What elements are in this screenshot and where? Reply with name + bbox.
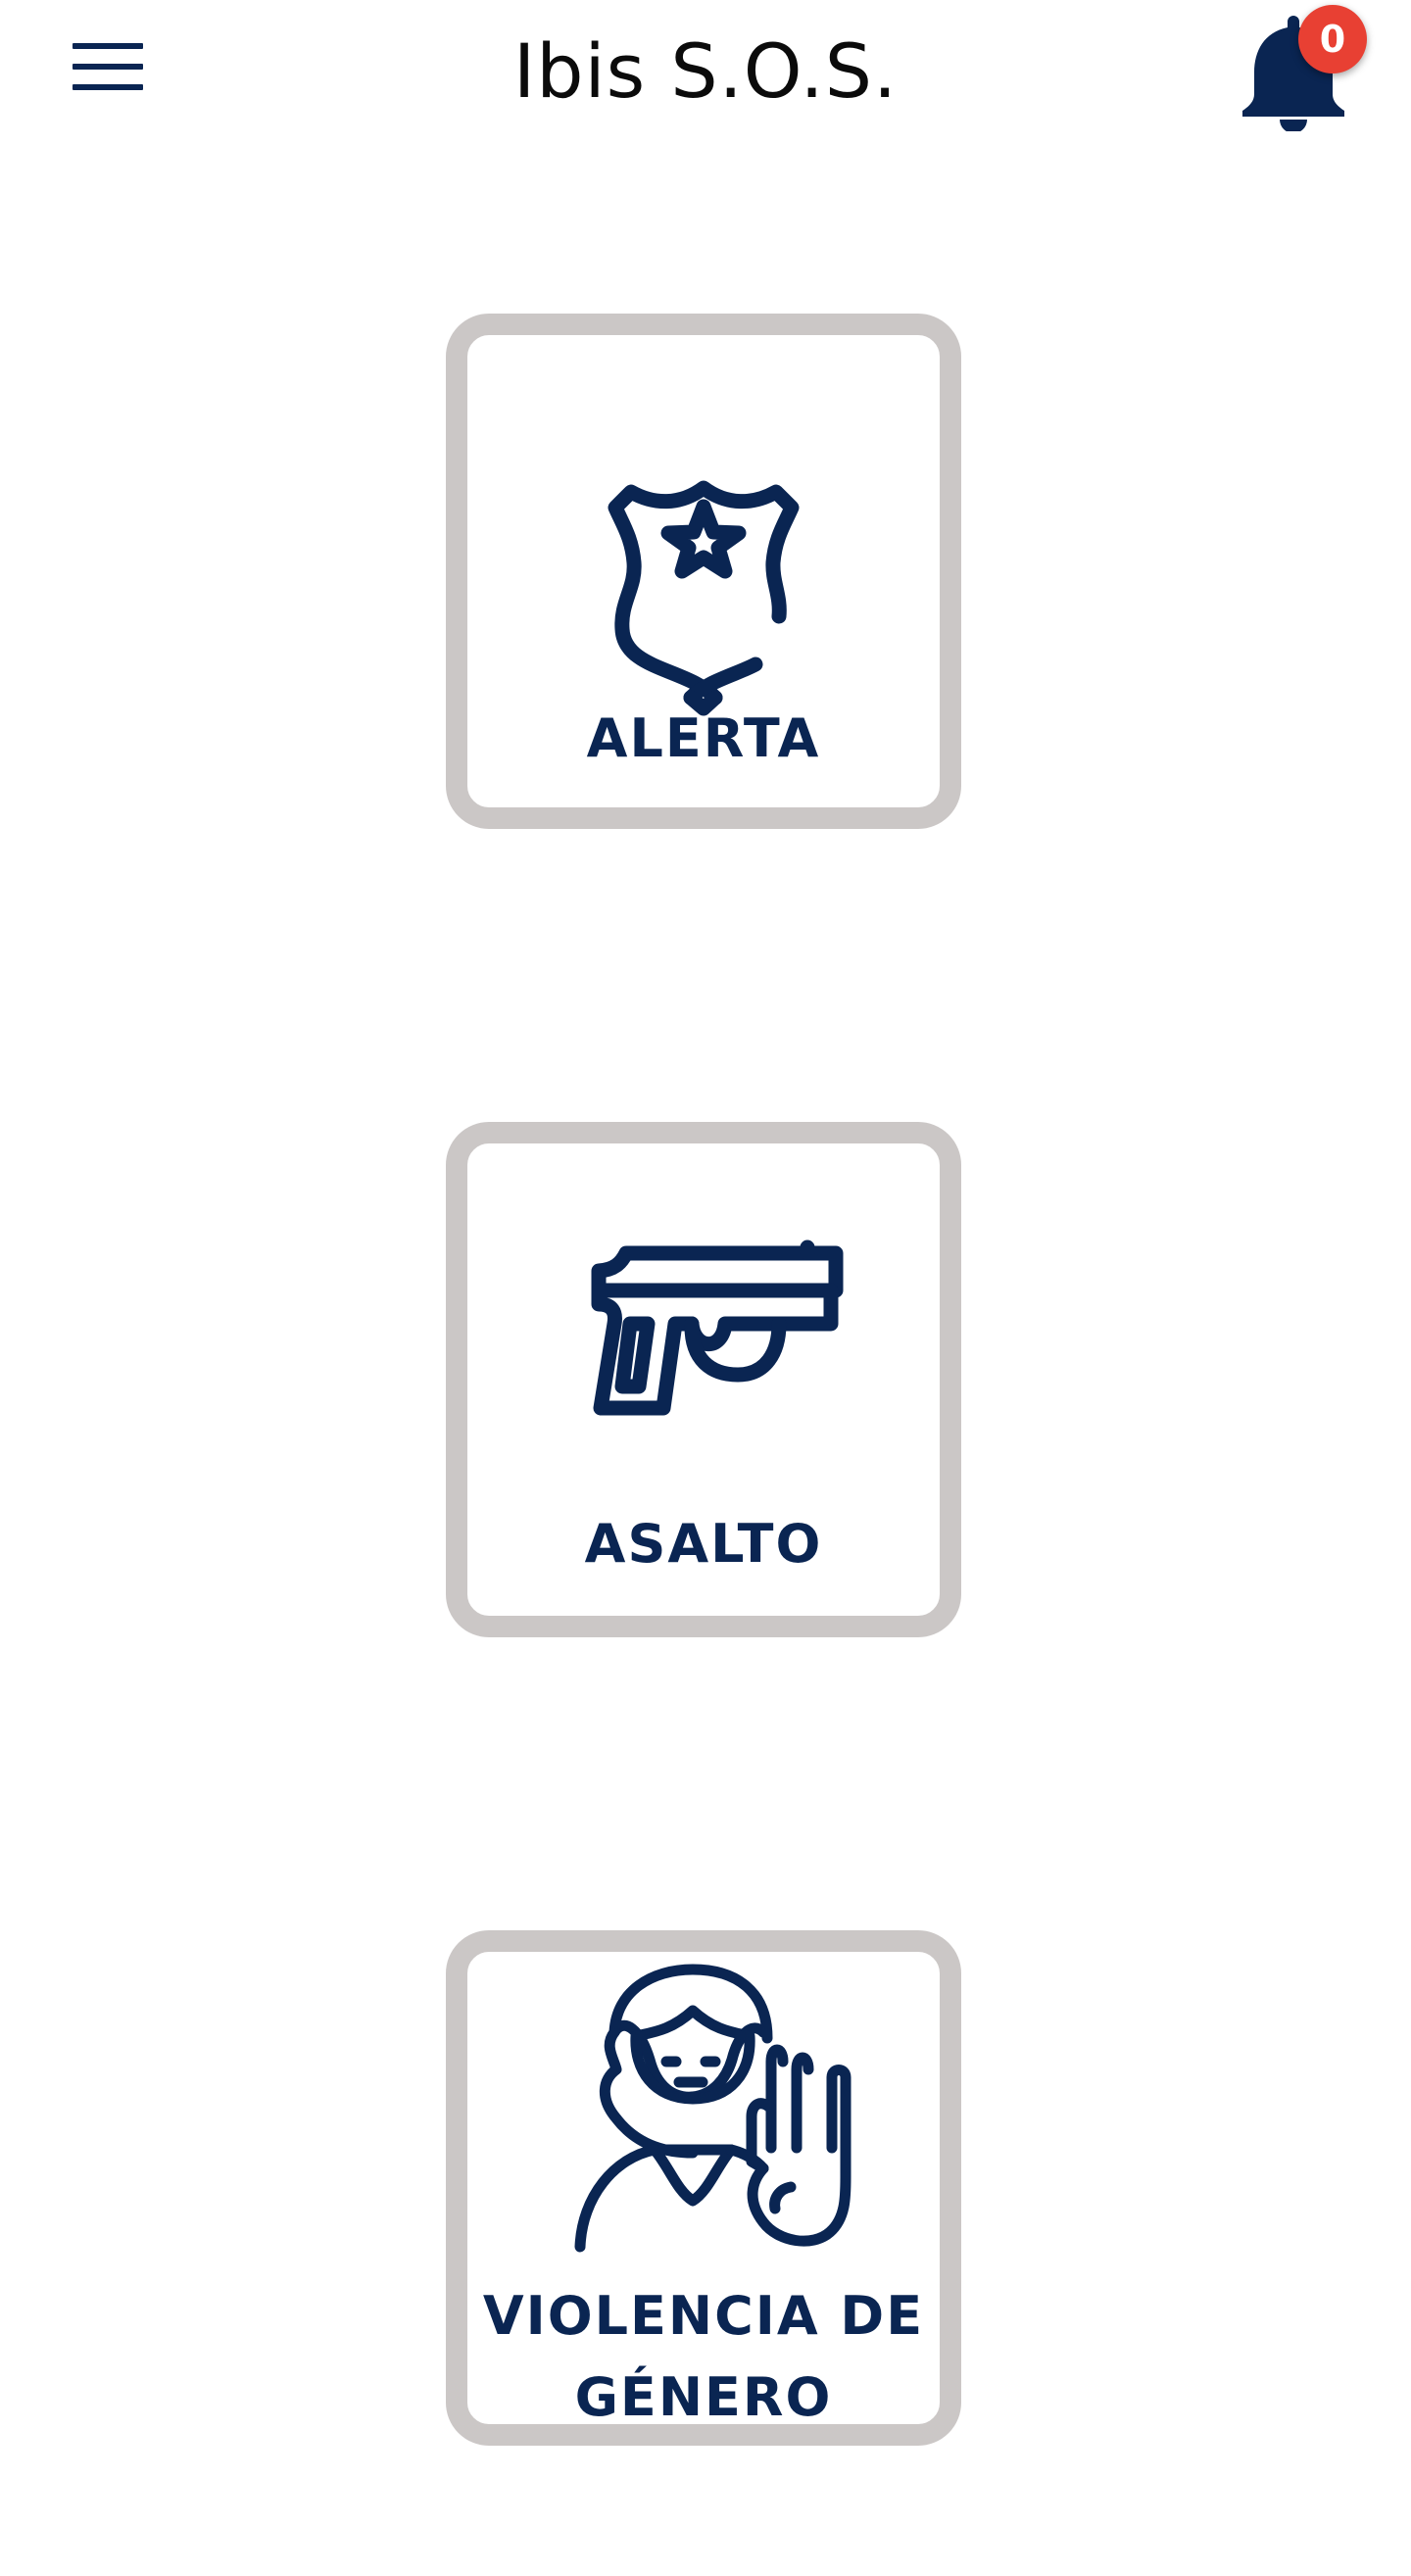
app-screen: Ibis S.O.S. 0 ALERTA ASALTO VIOLENCIA DE… <box>0 0 1411 2576</box>
alerta-button[interactable]: ALERTA <box>446 314 961 829</box>
app-title: Ibis S.O.S. <box>512 27 899 115</box>
violencia-label-line2: GÉNERO <box>574 2366 833 2428</box>
top-app-bar: Ibis S.O.S. 0 <box>0 0 1411 147</box>
notification-count-badge: 0 <box>1298 5 1367 73</box>
asalto-button[interactable]: ASALTO <box>446 1122 961 1637</box>
violencia-label-line1: VIOLENCIA DE <box>482 2285 925 2347</box>
violencia-de-genero-button[interactable]: VIOLENCIA DE GÉNERO <box>446 1930 961 2446</box>
menu-button[interactable] <box>69 37 147 96</box>
hamburger-menu-icon <box>73 43 143 90</box>
alerta-label: ALERTA <box>586 707 821 769</box>
asalto-label: ASALTO <box>584 1513 823 1575</box>
